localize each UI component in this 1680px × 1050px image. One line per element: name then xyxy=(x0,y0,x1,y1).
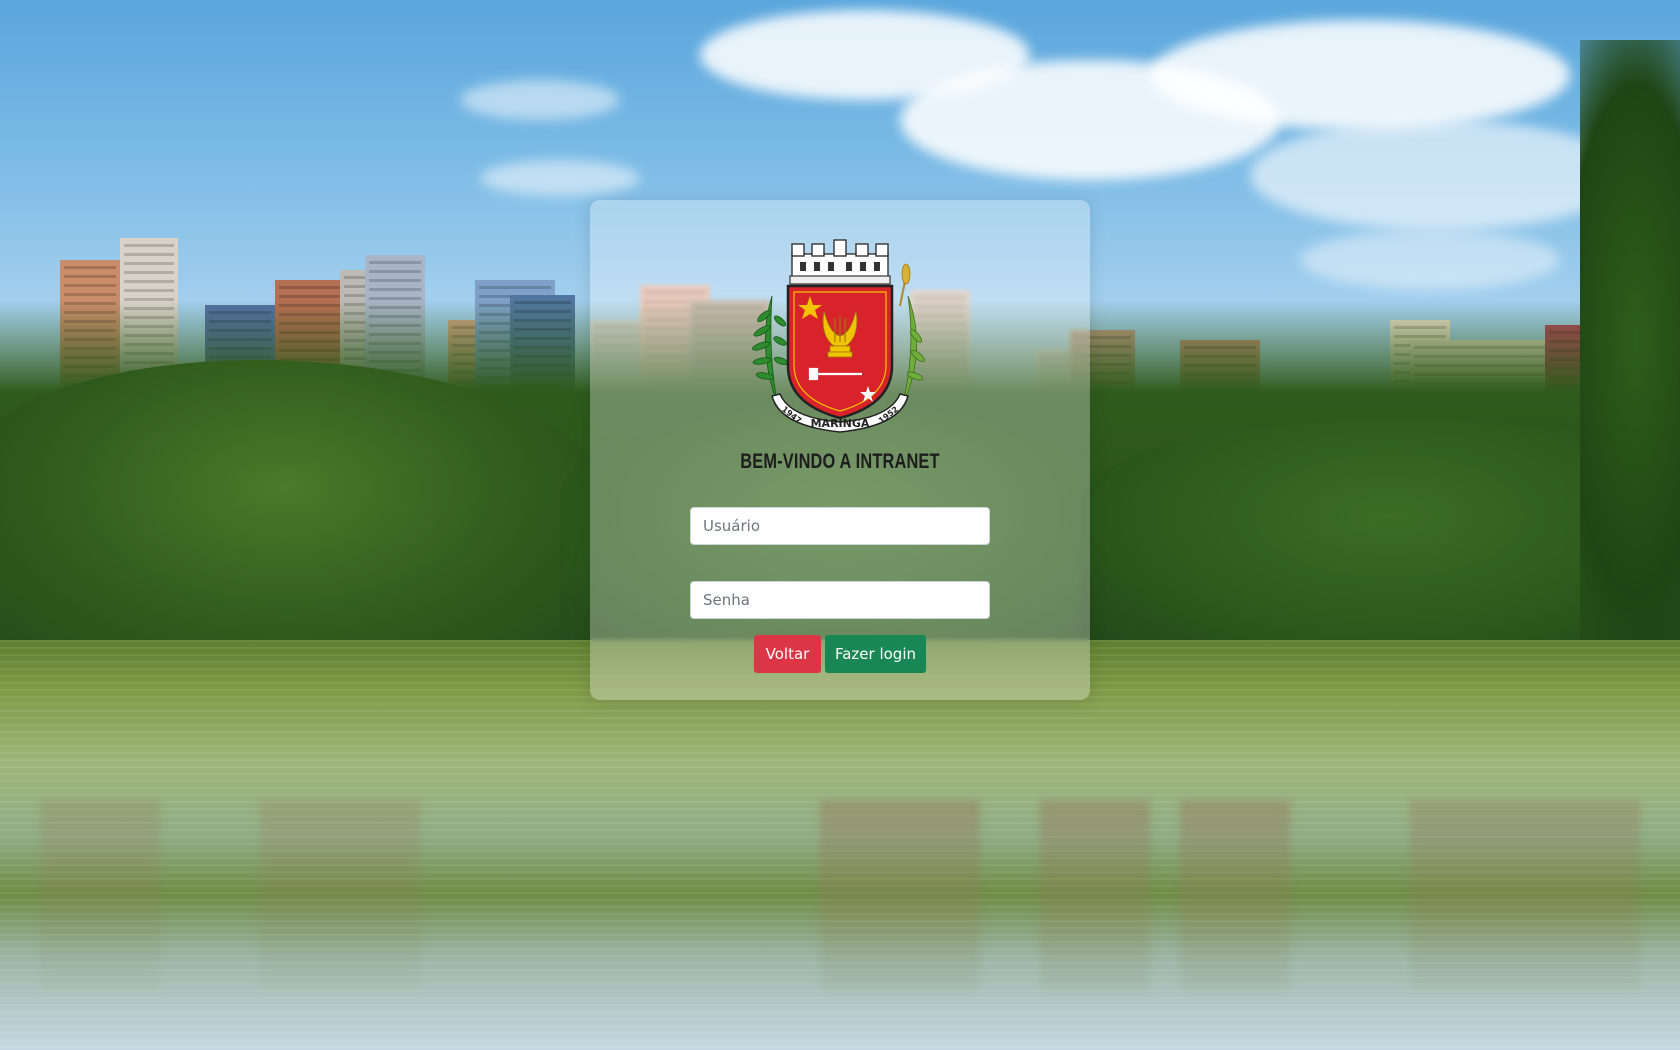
password-input[interactable] xyxy=(690,581,990,619)
back-button[interactable]: Voltar xyxy=(754,635,821,673)
crest-city-name: MARINGÁ xyxy=(811,417,870,430)
username-input[interactable] xyxy=(690,507,990,545)
welcome-heading: BEM-VINDO A INTRANET xyxy=(740,450,940,473)
login-button[interactable]: Fazer login xyxy=(825,635,926,673)
login-card: MARINGÁ 1947 1952 BEM-VINDO A INTRANET V… xyxy=(590,200,1090,700)
maringa-crest-logo: MARINGÁ 1947 1952 xyxy=(752,239,925,433)
